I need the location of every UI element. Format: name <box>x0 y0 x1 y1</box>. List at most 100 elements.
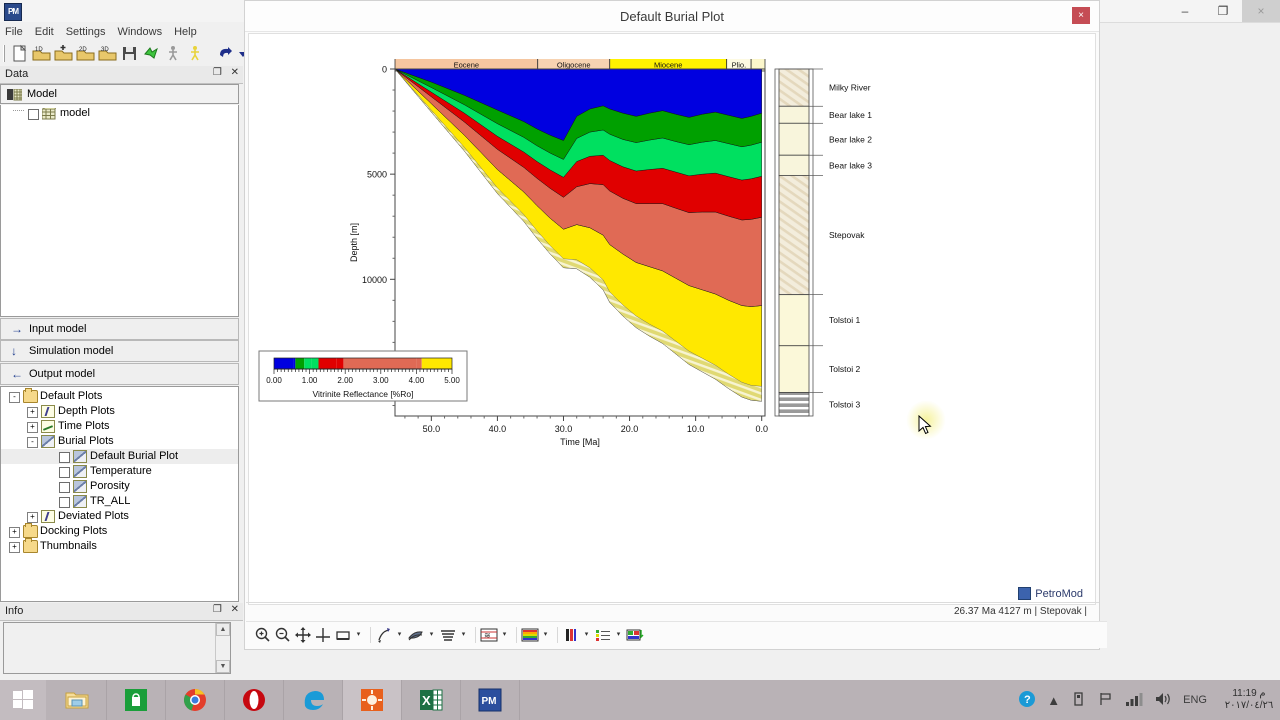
info-panel-header: Info ❐ ✕ <box>0 603 243 621</box>
palette-dropdown-icon[interactable]: ▾ <box>582 626 591 644</box>
open-2d-icon[interactable]: 2D <box>75 43 96 64</box>
edge-icon[interactable] <box>284 680 343 720</box>
simulate-icon[interactable] <box>141 43 162 64</box>
info-panel-undock-icon[interactable]: ❐ <box>213 604 222 615</box>
save-icon[interactable] <box>119 43 140 64</box>
menu-edit[interactable]: Edit <box>35 26 54 38</box>
legend-dropdown-icon[interactable]: ▾ <box>614 626 623 644</box>
plot-canvas[interactable]: Default Burial Plot, model PaleogeneNeog… <box>248 33 1096 605</box>
colorbar-icon[interactable] <box>521 626 539 644</box>
open-1d-icon[interactable]: 1D <box>31 43 52 64</box>
tree-checkbox[interactable] <box>59 452 70 463</box>
help-icon[interactable]: ? <box>1018 690 1036 711</box>
tree-expander[interactable]: + <box>27 422 38 433</box>
colorbar-dropdown-icon[interactable]: ▾ <box>541 626 550 644</box>
zoom-out-icon[interactable] <box>274 626 292 644</box>
palette-bar-icon[interactable] <box>562 626 580 644</box>
tree-expander[interactable]: - <box>27 437 38 448</box>
tree-expander[interactable]: + <box>27 407 38 418</box>
tree-item-time-plots[interactable]: + Time Plots <box>1 419 238 434</box>
tree-item-label: Deviated Plots <box>58 510 129 522</box>
burial-plot-close-button[interactable]: × <box>1072 7 1090 24</box>
strat-unit-tolstoi-1 <box>778 294 810 347</box>
zoom-in-icon[interactable] <box>254 626 272 644</box>
layers-icon[interactable] <box>407 626 425 644</box>
tree-expander[interactable]: + <box>27 512 38 523</box>
grid-lines-dropdown-icon[interactable]: ▾ <box>459 626 468 644</box>
pan-icon[interactable] <box>294 626 312 644</box>
tree-checkbox[interactable] <box>59 497 70 508</box>
opera-icon[interactable] <box>225 680 284 720</box>
tree-item-temperature[interactable]: Temperature <box>1 464 238 479</box>
orange-app-icon[interactable] <box>343 680 402 720</box>
menu-settings[interactable]: Settings <box>66 26 106 38</box>
tree-item-label: Temperature <box>90 465 152 477</box>
grid-lines-icon[interactable] <box>439 626 457 644</box>
crosshair-icon[interactable] <box>314 626 332 644</box>
new-document-icon[interactable] <box>9 43 30 64</box>
info-panel-close-icon[interactable]: ✕ <box>231 604 239 615</box>
overlay-dropdown-icon[interactable]: ▾ <box>500 626 509 644</box>
menu-windows[interactable]: Windows <box>117 26 162 38</box>
close-button[interactable]: × <box>1242 0 1280 22</box>
lithology-icon[interactable] <box>375 626 393 644</box>
minimize-button[interactable]: – <box>1166 0 1204 22</box>
tree-expander[interactable]: + <box>9 542 20 553</box>
arrow-left-icon: ← <box>11 367 23 381</box>
lithology-dropdown-icon[interactable]: ▾ <box>395 626 404 644</box>
network-icon[interactable] <box>1125 691 1143 710</box>
run-person-icon[interactable] <box>163 43 184 64</box>
show-hidden-icon[interactable]: ▲ <box>1047 693 1060 708</box>
legend-icon[interactable] <box>594 626 612 644</box>
model-checkbox[interactable] <box>28 109 39 120</box>
tree-expander[interactable]: + <box>9 527 20 538</box>
data-panel-undock-icon[interactable]: ❐ <box>213 67 222 78</box>
start-icon[interactable] <box>0 680 46 720</box>
restore-button[interactable]: ❐ <box>1204 0 1242 22</box>
overlay-icon[interactable]: ≋ <box>480 626 498 644</box>
export-image-icon[interactable] <box>626 626 644 644</box>
volume-icon[interactable] <box>1154 691 1172 710</box>
store-icon[interactable] <box>107 680 166 720</box>
tree-item-default-plots[interactable]: - Default Plots <box>1 388 238 404</box>
usb-icon[interactable] <box>1071 691 1087 710</box>
input-model-button[interactable]: → Input model <box>0 318 239 340</box>
tree-item-depth-plots[interactable]: + Depth Plots <box>1 404 238 419</box>
rectangle-dropdown-icon[interactable]: ▾ <box>354 626 363 644</box>
rectangle-select-icon[interactable] <box>334 626 352 644</box>
tree-item-burial-plots[interactable]: - Burial Plots <box>1 434 238 449</box>
taskbar-clock[interactable]: 11:19 م ٢٠١٧/٠٤/٢٦ <box>1218 688 1280 712</box>
menu-file[interactable]: File <box>5 26 23 38</box>
tree-item-docking-plots[interactable]: + Docking Plots <box>1 523 238 539</box>
undo-icon[interactable] <box>215 43 236 64</box>
petromod-icon[interactable]: PM <box>461 680 520 720</box>
scroll-up-icon[interactable]: ▲ <box>216 623 230 636</box>
open-add-icon[interactable] <box>53 43 74 64</box>
open-3d-icon[interactable]: 3D <box>97 43 118 64</box>
tree-item-deviated-plots[interactable]: + Deviated Plots <box>1 509 238 524</box>
menu-help[interactable]: Help <box>174 26 197 38</box>
layers-dropdown-icon[interactable]: ▾ <box>427 626 436 644</box>
data-panel-close-icon[interactable]: ✕ <box>231 67 239 78</box>
chrome-icon[interactable] <box>166 680 225 720</box>
highlight-icon[interactable] <box>185 43 206 64</box>
scroll-down-icon[interactable]: ▼ <box>216 660 230 673</box>
windows-taskbar: X PM ? ▲ ENG 11:19 م ٢٠١٧/٠٤/٢٦ <box>0 680 1280 720</box>
data-model-root-row[interactable]: Model <box>0 84 239 104</box>
toolbar-grip[interactable] <box>3 45 5 62</box>
tree-item-porosity[interactable]: Porosity <box>1 479 238 494</box>
excel-icon[interactable]: X <box>402 680 461 720</box>
info-scrollbar[interactable]: ▲ ▼ <box>215 623 230 673</box>
flag-icon[interactable] <box>1098 691 1114 710</box>
file-explorer-icon[interactable] <box>48 680 107 720</box>
simulation-model-button[interactable]: ↓ Simulation model <box>0 340 239 362</box>
tree-item-tr-all[interactable]: TR_ALL <box>1 494 238 509</box>
tree-item-default-burial-plot[interactable]: Default Burial Plot <box>1 449 238 464</box>
output-model-button[interactable]: ← Output model <box>0 363 239 385</box>
tree-checkbox[interactable] <box>59 467 70 478</box>
tree-item-thumbnails[interactable]: + Thumbnails <box>1 538 238 554</box>
tree-row[interactable]: model <box>1 105 238 123</box>
tree-expander[interactable]: - <box>9 392 20 403</box>
language-indicator[interactable]: ENG <box>1183 694 1207 706</box>
tree-checkbox[interactable] <box>59 482 70 493</box>
